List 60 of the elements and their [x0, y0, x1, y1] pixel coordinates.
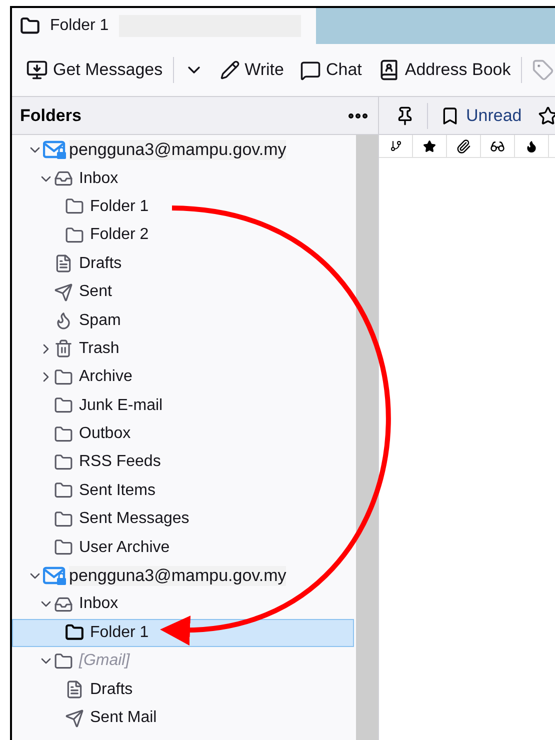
folder-tree-item[interactable]: Inbox [12, 164, 354, 193]
star-icon [423, 140, 436, 152]
folder-tree-item[interactable]: Sent Items [12, 476, 354, 506]
get-button[interactable]: Get Messages [20, 55, 169, 85]
chat-button[interactable]: Chat [294, 56, 368, 84]
folder-tree-item[interactable]: RSS Feeds [12, 448, 354, 477]
scrollbar[interactable] [356, 135, 378, 740]
tab-title: Folder 1 [50, 17, 109, 35]
paper-plane-icon [65, 708, 84, 728]
pencil-icon [220, 60, 240, 80]
folder-icon [20, 16, 40, 36]
inbox-icon [54, 169, 73, 188]
pane-title: Folders [20, 106, 82, 126]
folder-icon [65, 623, 84, 642]
folder-tree-item[interactable]: Outbox [12, 420, 354, 448]
tag-icon [532, 59, 554, 81]
folder-tree-item[interactable]: Spam [12, 306, 354, 335]
chat-icon [300, 60, 321, 80]
download-icon [26, 59, 48, 81]
mail-lock-icon [43, 140, 67, 160]
folder-tree-item[interactable]: Junk E-mail [12, 392, 354, 420]
folder-icon [54, 652, 73, 671]
folder-icon [54, 452, 73, 472]
folder-icon [65, 226, 84, 245]
folder-tree-item[interactable]: User Archive [12, 533, 354, 562]
trash-icon [54, 339, 73, 358]
folder-tree-item[interactable]: Drafts [12, 250, 354, 278]
tab[interactable]: Folder 1 [12, 8, 316, 44]
folder-icon [65, 197, 84, 216]
folder-tree-item[interactable]: pengguna3@mampu.gov.my [12, 562, 354, 590]
folder-tree-item[interactable]: Sent Messages [12, 505, 354, 534]
folder-tree-item[interactable]: Folder 1 [12, 192, 354, 222]
folder-tree-item[interactable]: Folder 2 [12, 221, 354, 250]
folder-tree-item[interactable]: Drafts [12, 675, 354, 704]
folder-tree-item[interactable]: Sent Mail [12, 704, 354, 732]
star-icon [538, 106, 555, 126]
inbox-icon [54, 594, 73, 614]
folder-tree-item[interactable]: pengguna3@mampu.gov.my [12, 136, 354, 164]
folder-tree-item[interactable]: Inbox [12, 590, 354, 619]
folder-icon [54, 481, 73, 500]
document-icon [54, 254, 73, 274]
folder-icon [54, 396, 73, 416]
addressbook-button[interactable]: Address Book [372, 55, 517, 85]
folder-tree-item[interactable]: Sent [12, 278, 354, 306]
folder-icon [54, 424, 73, 444]
folder-tree-item[interactable]: Archive [12, 363, 354, 392]
document-icon [65, 680, 84, 700]
flame-icon [54, 311, 73, 330]
folder-tree-item[interactable]: Trash [12, 334, 354, 364]
folder-icon [54, 538, 73, 558]
paper-plane-icon [54, 282, 73, 302]
folder-icon [54, 368, 73, 387]
folder-tree-item[interactable]: Folder 1 [12, 618, 354, 648]
paperclip-icon [456, 138, 471, 154]
glasses-icon [490, 138, 505, 154]
write-button[interactable]: Write [214, 56, 290, 84]
flame-icon [525, 140, 538, 152]
folder-icon [54, 510, 73, 529]
thread-icon [390, 140, 402, 152]
mail-lock-icon [43, 566, 67, 586]
